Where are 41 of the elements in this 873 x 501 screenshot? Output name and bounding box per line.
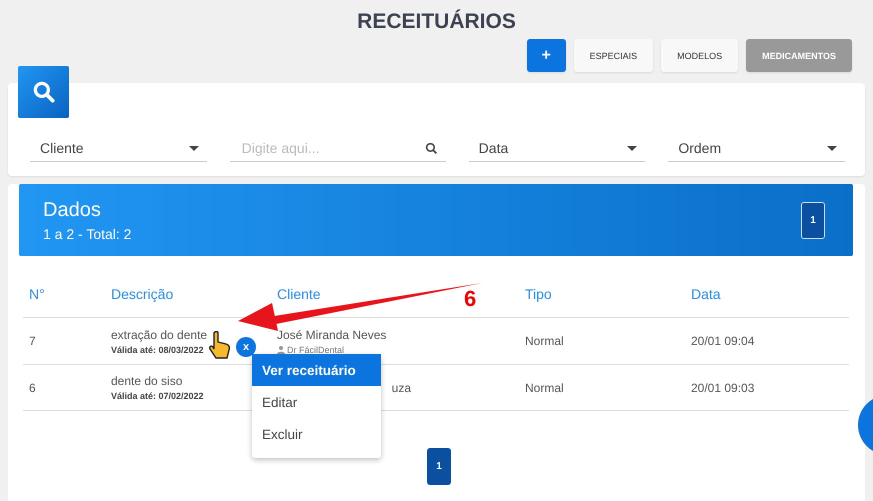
table-cell: 20/01 09:04: [691, 334, 754, 348]
table-cell: 7: [29, 334, 36, 348]
select-field[interactable]: Data: [468, 135, 646, 162]
page-button[interactable]: 1: [427, 448, 451, 485]
caret-icon: [188, 146, 199, 150]
table-cell: Normal: [525, 334, 564, 348]
annotation-number: 6: [464, 286, 476, 312]
column-header: Tipo: [525, 286, 552, 302]
search-icon: [424, 142, 438, 154]
select-field[interactable]: Cliente: [30, 135, 207, 162]
menu-item[interactable]: Ver receituário: [252, 354, 381, 386]
page-title: RECEITUÁRIOS: [356, 8, 517, 35]
column-header: Cliente: [277, 286, 321, 302]
client-name: uza: [392, 380, 411, 394]
description-text: extração do dente: [111, 328, 208, 342]
client-name: José Miranda Neves: [277, 328, 386, 342]
add-button[interactable]: +: [526, 39, 566, 72]
valid-until-text: Válida até: 08/03/2022: [111, 344, 204, 354]
column-header: Descrição: [111, 286, 174, 302]
select-field[interactable]: Ordem: [668, 135, 846, 162]
banner-title: Dados: [43, 198, 102, 222]
caret-icon: [627, 146, 638, 150]
menu-item[interactable]: Editar: [252, 386, 381, 418]
description-text: dente do siso: [111, 374, 182, 388]
column-header: Data: [691, 286, 721, 302]
menu-item[interactable]: Excluir: [252, 418, 381, 450]
banner-subtitle: 1 a 2 - Total: 2: [43, 226, 132, 242]
tab-button[interactable]: MODELOS: [661, 39, 738, 72]
table-cell: Normal: [525, 380, 564, 394]
dentist-name: Dr FácilDental: [287, 344, 344, 354]
person-icon: [277, 346, 285, 354]
valid-until-text: Válida até: 07/02/2022: [111, 391, 204, 401]
caret-icon: [827, 146, 838, 150]
table-cell: 20/01 09:03: [691, 380, 754, 394]
search-icon: [30, 79, 56, 105]
tab-button[interactable]: ESPECIAIS: [574, 39, 654, 72]
hand-pointer-icon: [209, 331, 231, 360]
column-header: N°: [29, 286, 45, 302]
search-button[interactable]: [18, 66, 69, 118]
page-button[interactable]: 1: [801, 202, 825, 238]
table-cell: 6: [29, 380, 36, 394]
